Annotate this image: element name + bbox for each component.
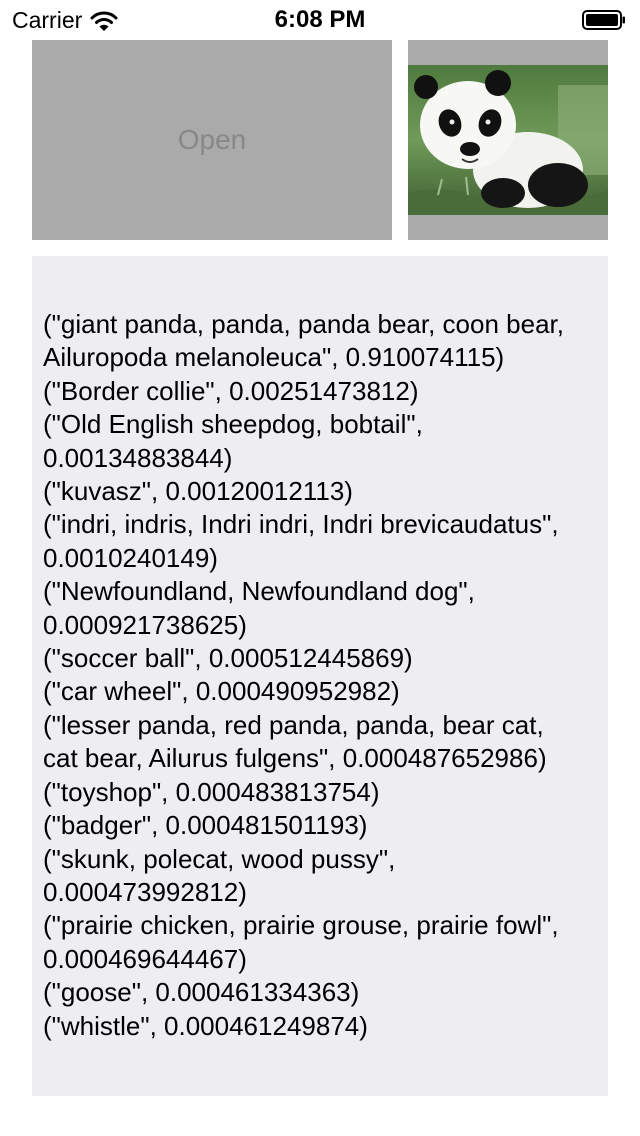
open-button[interactable]: Open xyxy=(32,40,392,240)
result-line: ("prairie chicken, prairie grouse, prair… xyxy=(43,910,566,974)
result-line: ("Border collie", 0.00251473812) xyxy=(43,375,419,406)
result-line: ("Old English sheepdog, bobtail", 0.0013… xyxy=(43,409,431,473)
result-line: ("lesser panda, red panda, panda, bear c… xyxy=(43,709,551,774)
panda-photo xyxy=(408,65,608,215)
result-line: ("skunk, polecat, wood pussy", 0.0004739… xyxy=(43,843,403,907)
classification-results: ("giant panda, panda, panda bear, coon b… xyxy=(43,308,568,1043)
result-line: ("giant panda, panda, panda bear, coon b… xyxy=(43,309,570,373)
open-button-label: Open xyxy=(177,124,247,155)
result-line: ("car wheel", 0.000490952982) xyxy=(43,676,400,707)
status-time: 6:08 PM xyxy=(274,6,366,33)
result-line: ("soccer ball", 0.000512445869) xyxy=(43,643,413,674)
result-line: ("Newfoundland, Newfoundland dog", 0.000… xyxy=(43,576,483,640)
result-line: ("indri, indris, Indri indri, Indri brev… xyxy=(43,509,566,573)
results-panel[interactable]: ("giant panda, panda, panda bear, coon b… xyxy=(32,256,608,1096)
result-line: ("toyshop", 0.000483813754) xyxy=(43,776,380,807)
battery-icon xyxy=(582,10,625,30)
image-preview xyxy=(408,40,608,240)
result-line: ("whistle", 0.000461249874) xyxy=(43,1010,368,1041)
result-line: ("kuvasz", 0.00120012113) xyxy=(43,476,353,507)
status-bar: Carrier 6:08 PM xyxy=(0,0,640,40)
result-line: ("goose", 0.000461334363) xyxy=(43,977,360,1008)
result-line: ("badger", 0.000481501193) xyxy=(43,810,368,841)
